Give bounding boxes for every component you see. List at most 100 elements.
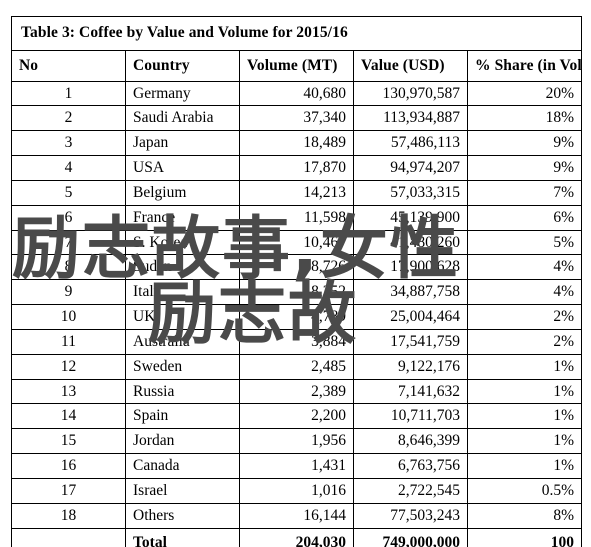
total-cell-value: 749,000,000 — [353, 527, 468, 547]
cell-country: Saudi Arabia — [125, 105, 240, 132]
cell-country: Belgium — [125, 179, 240, 206]
table-row: 12 Sweden 2,485 9,122,176 1% — [11, 353, 582, 380]
cell-no: 5 — [11, 179, 126, 206]
cell-no: 6 — [11, 204, 126, 231]
cell-volume: 3,884 — [239, 328, 354, 355]
cell-no: 17 — [11, 477, 126, 504]
cell-share: 5% — [467, 229, 582, 256]
cell-share: 18% — [467, 105, 582, 132]
cell-volume: 2,389 — [239, 378, 354, 405]
column-header-volume: Volume (MT) — [239, 49, 354, 82]
cell-country: UK — [125, 304, 240, 330]
total-cell-label: Total — [125, 527, 240, 547]
cell-share: 2% — [467, 304, 582, 330]
table-row: 13 Russia 2,389 7,141,632 1% — [11, 378, 582, 405]
table-row: 17 Israel 1,016 2,722,545 0.5% — [11, 477, 582, 504]
cell-volume: 1,016 — [239, 477, 354, 504]
cell-share: 1% — [467, 453, 582, 479]
cell-volume: 2,485 — [239, 353, 354, 380]
cell-country: USA — [125, 155, 240, 181]
cell-no: 7 — [11, 229, 126, 256]
cell-share: 2% — [467, 328, 582, 355]
cell-value: 77,503,243 — [353, 502, 468, 529]
table-row: 14 Spain 2,200 10,711,703 1% — [11, 403, 582, 430]
cell-value: 8,646,399 — [353, 428, 468, 455]
cell-share: 0.5% — [467, 477, 582, 504]
cell-no: 18 — [11, 502, 126, 529]
table-column-header-row: No Country Volume (MT) Value (USD) % Sha… — [11, 49, 582, 82]
table-row: 7 S. Korea 10,467 41,480,260 5% — [11, 229, 582, 256]
coffee-statistics-table: Table 3: Coffee by Value and Volume for … — [11, 16, 582, 547]
cell-volume: 1,956 — [239, 428, 354, 455]
cell-volume: 37,340 — [239, 105, 354, 132]
cell-value: 130,970,587 — [353, 80, 468, 107]
column-header-country: Country — [125, 49, 240, 82]
cell-volume: 18,489 — [239, 130, 354, 157]
table-header: Table 3: Coffee by Value and Volume for … — [11, 16, 582, 82]
cell-country: Jordan — [125, 428, 240, 455]
cell-value: 57,033,315 — [353, 179, 468, 206]
column-header-share: % Share (in Volume) — [467, 49, 582, 82]
table-total-row: Total 204,030 749,000,000 100 — [11, 527, 582, 547]
table-row: 10 UK 4,789 25,004,464 2% — [11, 304, 582, 330]
table-row: 4 USA 17,870 94,974,207 9% — [11, 155, 582, 181]
cell-country: Israel — [125, 477, 240, 504]
cell-volume: 8,726 — [239, 254, 354, 281]
cell-share: 1% — [467, 428, 582, 455]
cell-value: 94,974,207 — [353, 155, 468, 181]
table-row: 15 Jordan 1,956 8,646,399 1% — [11, 428, 582, 455]
cell-value: 10,711,703 — [353, 403, 468, 430]
cell-share: 1% — [467, 403, 582, 430]
cell-no: 9 — [11, 279, 126, 306]
cell-country: Spain — [125, 403, 240, 430]
table-row: 9 Italy 8,352 34,887,758 4% — [11, 279, 582, 306]
cell-no: 14 — [11, 403, 126, 430]
cell-country: Sweden — [125, 353, 240, 380]
cell-value: 41,480,260 — [353, 229, 468, 256]
table-row: 5 Belgium 14,213 57,033,315 7% — [11, 179, 582, 206]
coffee-table-container: Table 3: Coffee by Value and Volume for … — [11, 16, 582, 547]
cell-share: 7% — [467, 179, 582, 206]
cell-country: Canada — [125, 453, 240, 479]
cell-country: Germany — [125, 80, 240, 107]
cell-no: 1 — [11, 80, 126, 107]
cell-no: 10 — [11, 304, 126, 330]
cell-volume: 17,870 — [239, 155, 354, 181]
total-cell-volume: 204,030 — [239, 527, 354, 547]
cell-country: Others — [125, 502, 240, 529]
cell-volume: 40,680 — [239, 80, 354, 107]
total-cell-no — [11, 527, 126, 547]
cell-country: Russia — [125, 378, 240, 405]
cell-volume: 16,144 — [239, 502, 354, 529]
table-row: 8 Sudan 8,726 17,900,628 4% — [11, 254, 582, 281]
cell-volume: 14,213 — [239, 179, 354, 206]
cell-value: 7,141,632 — [353, 378, 468, 405]
cell-volume: 11,598 — [239, 204, 354, 231]
cell-country: S. Korea — [125, 229, 240, 256]
table-title: Table 3: Coffee by Value and Volume for … — [11, 16, 582, 51]
cell-value: 57,486,113 — [353, 130, 468, 157]
cell-volume: 8,352 — [239, 279, 354, 306]
cell-no: 2 — [11, 105, 126, 132]
cell-share: 6% — [467, 204, 582, 231]
cell-value: 2,722,545 — [353, 477, 468, 504]
cell-share: 1% — [467, 378, 582, 405]
cell-no: 16 — [11, 453, 126, 479]
cell-no: 4 — [11, 155, 126, 181]
cell-no: 15 — [11, 428, 126, 455]
cell-value: 9,122,176 — [353, 353, 468, 380]
cell-value: 6,763,756 — [353, 453, 468, 479]
total-cell-share: 100 — [467, 527, 582, 547]
cell-volume: 4,789 — [239, 304, 354, 330]
cell-share: 4% — [467, 279, 582, 306]
cell-no: 8 — [11, 254, 126, 281]
cell-volume: 10,467 — [239, 229, 354, 256]
cell-no: 13 — [11, 378, 126, 405]
cell-share: 1% — [467, 353, 582, 380]
table-row: 11 Australia 3,884 17,541,759 2% — [11, 328, 582, 355]
cell-value: 34,887,758 — [353, 279, 468, 306]
table-row: 16 Canada 1,431 6,763,756 1% — [11, 453, 582, 479]
table-row: 3 Japan 18,489 57,486,113 9% — [11, 130, 582, 157]
table-row: 2 Saudi Arabia 37,340 113,934,887 18% — [11, 105, 582, 132]
cell-share: 4% — [467, 254, 582, 281]
